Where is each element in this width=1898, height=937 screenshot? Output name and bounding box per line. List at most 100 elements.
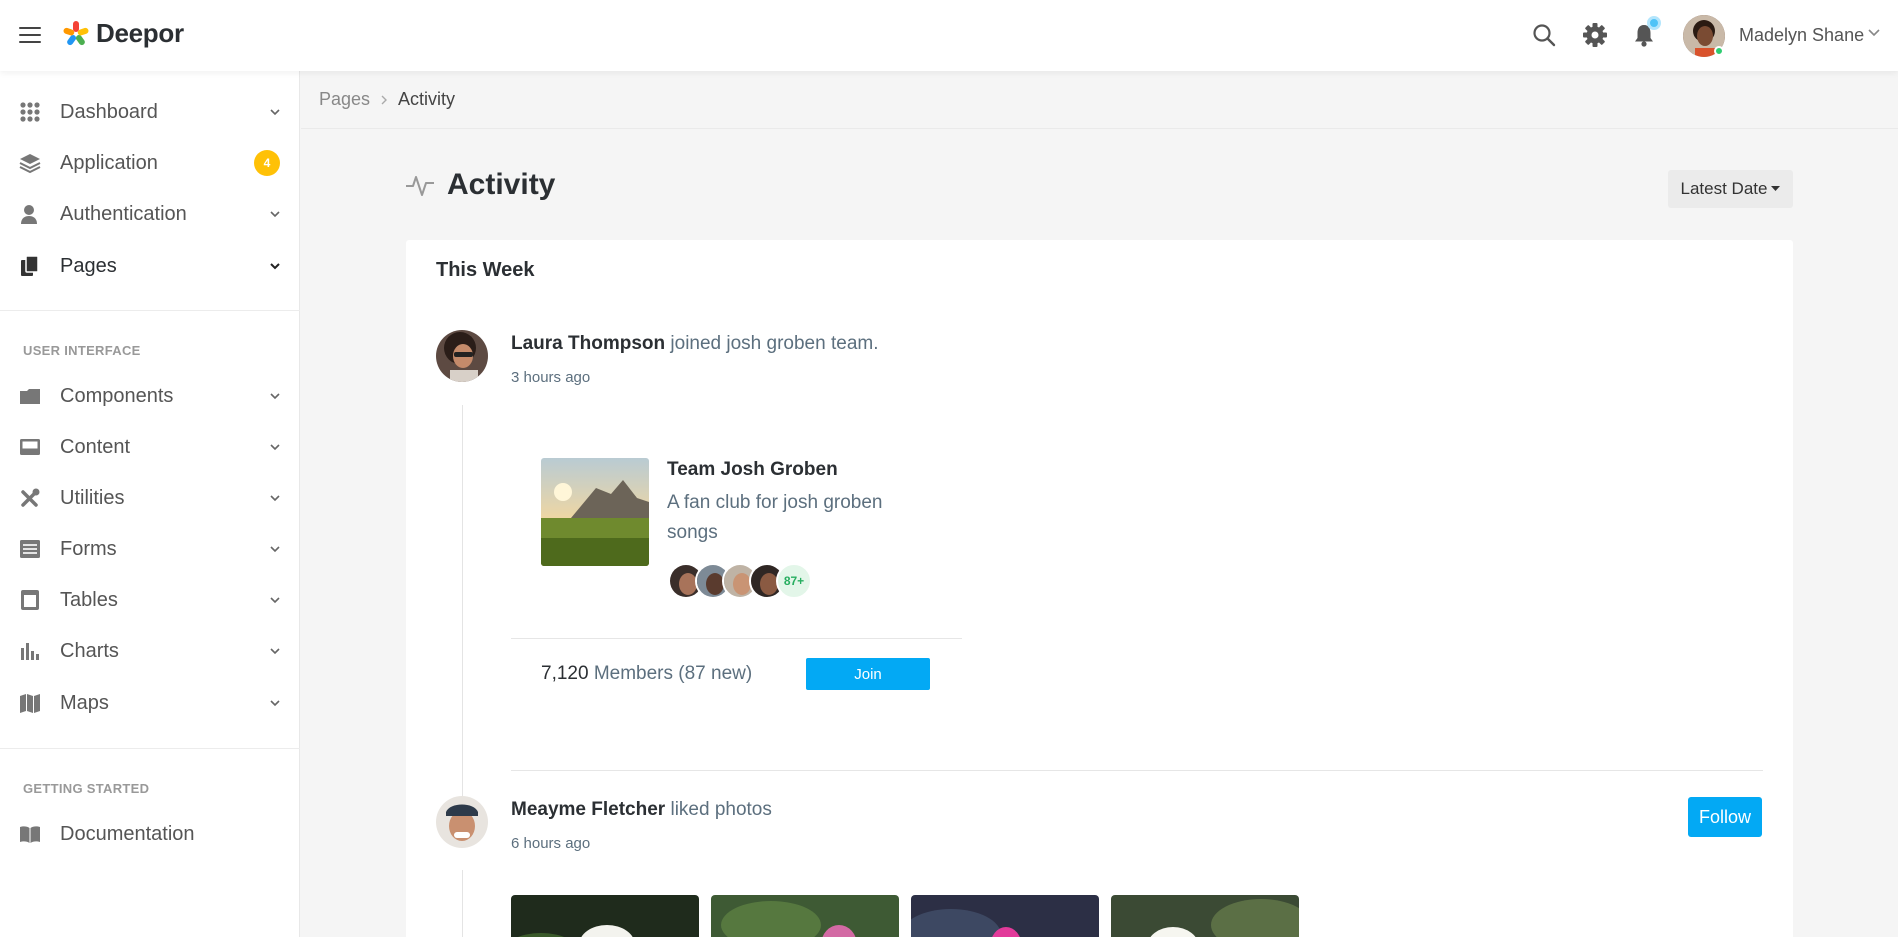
chevron-right-icon bbox=[381, 95, 388, 104]
sidebar-item-label: Components bbox=[60, 384, 174, 407]
timeline-line bbox=[462, 405, 463, 808]
chevron-down-icon bbox=[270, 444, 280, 451]
app-logo[interactable]: Deepor bbox=[62, 18, 184, 49]
activity-time: 6 hours ago bbox=[511, 835, 591, 852]
chevron-down-icon bbox=[270, 597, 280, 604]
sidebar-item-dashboard[interactable]: Dashboard bbox=[0, 89, 300, 135]
divider bbox=[511, 638, 962, 639]
section-title: This Week bbox=[436, 259, 535, 281]
notification-dot bbox=[1647, 16, 1661, 30]
sidebar-item-application[interactable]: Application 4 bbox=[0, 140, 300, 186]
divider bbox=[0, 748, 300, 749]
sidebar-item-label: Authentication bbox=[60, 202, 187, 225]
section-heading: USER INTERFACE bbox=[23, 343, 141, 358]
divider bbox=[0, 310, 300, 311]
avatar[interactable] bbox=[436, 330, 488, 382]
activity-time: 3 hours ago bbox=[511, 369, 591, 386]
sidebar-item-utilities[interactable]: Utilities bbox=[0, 475, 300, 521]
activity-card: This Week Laura Thompson joined josh gro… bbox=[406, 240, 1793, 937]
sidebar-item-charts[interactable]: Charts bbox=[0, 628, 300, 674]
grid-icon bbox=[20, 102, 40, 122]
sidebar-item-tables[interactable]: Tables bbox=[0, 577, 300, 623]
page-header: Activity bbox=[405, 168, 555, 202]
divider bbox=[511, 770, 1763, 771]
avatar[interactable] bbox=[436, 796, 488, 848]
book-icon bbox=[20, 826, 40, 843]
follow-button[interactable]: Follow bbox=[1688, 797, 1762, 837]
map-icon bbox=[20, 694, 40, 713]
page-title: Activity bbox=[447, 168, 556, 201]
sidebar-item-label: Application bbox=[60, 151, 158, 174]
sidebar: Dashboard Application 4 Authentication P… bbox=[0, 71, 300, 937]
caret-down-icon bbox=[1771, 186, 1781, 191]
chevron-down-icon[interactable] bbox=[1868, 29, 1880, 37]
sidebar-item-label: Tables bbox=[60, 588, 118, 611]
sidebar-item-label: Dashboard bbox=[60, 100, 158, 123]
members-number: 7,120 bbox=[541, 663, 589, 684]
actor-name[interactable]: Meayme Fletcher bbox=[511, 799, 665, 820]
logo-icon bbox=[63, 20, 89, 45]
search-icon[interactable] bbox=[1531, 22, 1557, 48]
activity-action: joined josh groben team. bbox=[670, 333, 879, 354]
bell-button[interactable] bbox=[1631, 16, 1661, 48]
members-count: 7,120 Members (87 new) bbox=[541, 663, 752, 685]
photo-thumbnail[interactable] bbox=[511, 895, 699, 937]
sidebar-item-label: Charts bbox=[60, 639, 119, 662]
sidebar-item-forms[interactable]: Forms bbox=[0, 526, 300, 572]
list-icon bbox=[20, 540, 40, 558]
sidebar-item-pages[interactable]: Pages bbox=[0, 243, 300, 289]
chevron-down-icon bbox=[270, 546, 280, 553]
sidebar-item-documentation[interactable]: Documentation bbox=[0, 811, 300, 857]
app-name: Deepor bbox=[96, 18, 184, 48]
sidebar-item-maps[interactable]: Maps bbox=[0, 680, 300, 726]
team-name[interactable]: Team Josh Groben bbox=[667, 459, 838, 481]
photo-thumbnail[interactable] bbox=[911, 895, 1099, 937]
menu-icon[interactable] bbox=[19, 27, 41, 43]
top-bar: Deepor Madelyn Shane bbox=[0, 0, 1898, 71]
section-heading: GETTING STARTED bbox=[23, 781, 150, 796]
chevron-down-icon bbox=[270, 700, 280, 707]
chevron-down-icon bbox=[270, 495, 280, 502]
chevron-down-icon bbox=[270, 393, 280, 400]
photo-thumbnail[interactable] bbox=[1111, 895, 1299, 937]
timeline-line bbox=[462, 870, 463, 937]
sidebar-item-components[interactable]: Components bbox=[0, 373, 300, 419]
tools-icon bbox=[21, 488, 40, 507]
chevron-down-icon bbox=[270, 263, 280, 270]
count-badge: 4 bbox=[254, 150, 280, 176]
activity-text: Meayme Fletcher liked photos bbox=[511, 799, 772, 821]
sidebar-item-authentication[interactable]: Authentication bbox=[0, 191, 300, 237]
user-name[interactable]: Madelyn Shane bbox=[1739, 25, 1864, 46]
more-members-badge[interactable]: 87+ bbox=[776, 563, 812, 599]
sidebar-item-label: Content bbox=[60, 435, 131, 458]
sidebar-item-label: Utilities bbox=[60, 486, 125, 509]
table-icon bbox=[21, 590, 39, 610]
breadcrumb-parent[interactable]: Pages bbox=[319, 89, 370, 110]
sidebar-item-label: Forms bbox=[60, 537, 117, 560]
sort-dropdown-label: Latest Date bbox=[1680, 179, 1768, 198]
folder-icon bbox=[20, 389, 40, 404]
chevron-down-icon bbox=[270, 211, 280, 218]
inbox-icon bbox=[20, 439, 40, 455]
sidebar-item-label: Pages bbox=[60, 254, 117, 277]
team-description: A fan club for josh groben songs bbox=[667, 492, 883, 543]
chevron-down-icon bbox=[270, 648, 280, 655]
breadcrumb: Pages Activity bbox=[319, 89, 455, 110]
sidebar-item-label: Maps bbox=[60, 691, 109, 714]
bar-chart-icon bbox=[21, 643, 39, 660]
sidebar-item-label: Documentation bbox=[60, 822, 195, 845]
team-image[interactable] bbox=[541, 458, 649, 566]
activity-action: liked photos bbox=[670, 799, 772, 820]
user-icon bbox=[21, 205, 37, 224]
join-button[interactable]: Join bbox=[806, 658, 930, 690]
online-status-dot bbox=[1714, 46, 1724, 56]
activity-text: Laura Thompson joined josh groben team. bbox=[511, 333, 879, 355]
actor-name[interactable]: Laura Thompson bbox=[511, 333, 665, 354]
sidebar-item-content[interactable]: Content bbox=[0, 424, 300, 470]
members-label: Members (87 new) bbox=[593, 663, 753, 684]
photo-thumbnail[interactable] bbox=[711, 895, 899, 937]
sort-dropdown[interactable]: Latest Date bbox=[1668, 170, 1793, 208]
pages-icon bbox=[21, 255, 39, 276]
gear-icon[interactable] bbox=[1582, 22, 1608, 48]
chevron-down-icon bbox=[270, 109, 280, 116]
